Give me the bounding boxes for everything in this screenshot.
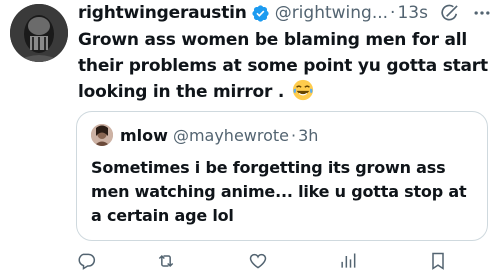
quote-separator-dot: · <box>291 125 297 145</box>
retweet-icon[interactable] <box>156 251 176 271</box>
timestamp[interactable]: 13s <box>397 3 428 23</box>
avatar[interactable] <box>10 4 68 62</box>
quoted-tweet[interactable]: mlow @mayhewrote · 3h Sometimes i be for… <box>76 111 488 241</box>
display-name[interactable]: rightwingeraustin <box>78 3 247 23</box>
handle[interactable]: @rightwing... <box>275 3 388 23</box>
action-bar <box>76 251 496 271</box>
quote-header: mlow @mayhewrote · 3h <box>91 124 318 146</box>
quote-text: Sometimes i be forgetting its grown ass … <box>91 158 467 225</box>
more-icon[interactable] <box>472 3 492 23</box>
reply-icon[interactable] <box>76 251 96 271</box>
quote-avatar <box>91 124 113 146</box>
quote-handle: @mayhewrote <box>172 125 289 145</box>
laughing-emoji-icon <box>292 79 314 101</box>
quote-timestamp: 3h <box>298 125 319 145</box>
tweet-text: Grown ass women be blaming men for all t… <box>78 27 496 105</box>
grok-icon[interactable] <box>440 3 460 23</box>
separator-dot: · <box>390 3 396 23</box>
views-icon[interactable] <box>338 251 358 271</box>
tweet-body: Grown ass women be blaming men for all t… <box>78 30 488 102</box>
like-icon[interactable] <box>248 251 268 271</box>
bookmark-icon[interactable] <box>428 251 448 271</box>
tweet-header: rightwingeraustin @rightwing... · 13s <box>78 0 498 26</box>
quote-display-name: mlow <box>120 125 168 145</box>
verified-badge-icon[interactable] <box>251 4 270 23</box>
tweet[interactable]: rightwingeraustin @rightwing... · 13s Gr… <box>0 0 500 270</box>
